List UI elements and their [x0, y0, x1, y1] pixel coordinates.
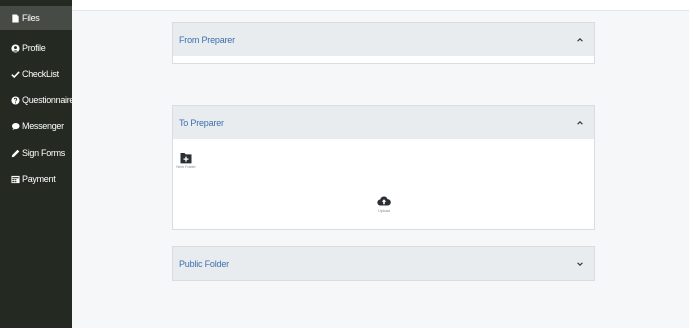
sidebar-item-payment[interactable]: Payment — [0, 167, 72, 191]
upload-button[interactable]: Upload — [374, 194, 394, 213]
cloud-upload-icon — [374, 194, 394, 208]
top-bar — [72, 0, 689, 11]
panel-header-to-preparer[interactable]: To Preparer — [173, 106, 594, 139]
panel-from-preparer: From Preparer — [172, 22, 595, 64]
sidebar-item-sign-forms[interactable]: Sign Forms — [0, 141, 72, 165]
sidebar-item-label: Files — [22, 13, 40, 23]
sidebar-item-checklist[interactable]: CheckList — [0, 62, 72, 86]
file-icon — [11, 13, 20, 23]
sidebar-item-label: Sign Forms — [22, 148, 66, 158]
sidebar: Files Profile CheckList Questionnaire Me… — [0, 0, 75, 328]
panel-to-preparer: To Preparer New Folder Upload — [172, 105, 595, 230]
sidebar-item-files[interactable]: Files — [0, 6, 72, 30]
check-icon — [11, 70, 20, 79]
panel-title: From Preparer — [179, 34, 235, 45]
chevron-up-icon[interactable] — [576, 119, 584, 127]
panel-header-from-preparer[interactable]: From Preparer — [173, 23, 594, 56]
new-folder-icon — [176, 152, 196, 164]
upload-label: Upload — [377, 208, 391, 213]
question-icon — [11, 95, 20, 105]
sidebar-item-label: Messenger — [22, 121, 64, 131]
new-folder-label: New Folder — [176, 164, 196, 169]
user-icon — [11, 43, 20, 53]
chevron-down-icon[interactable] — [576, 260, 584, 268]
sidebar-item-messenger[interactable]: Messenger — [0, 114, 72, 138]
panel-title: To Preparer — [179, 117, 224, 128]
sidebar-item-profile[interactable]: Profile — [0, 36, 72, 60]
sidebar-item-questionnaire[interactable]: Questionnaire — [0, 88, 75, 112]
chevron-up-icon[interactable] — [576, 36, 584, 44]
sidebar-item-label: Payment — [22, 174, 56, 184]
panel-header-public-folder[interactable]: Public Folder — [173, 247, 594, 280]
sidebar-item-label: Questionnaire — [22, 95, 75, 105]
panel-title: Public Folder — [179, 258, 229, 269]
panel-public-folder: Public Folder — [172, 246, 595, 281]
sidebar-item-label: CheckList — [22, 69, 59, 79]
pen-icon — [11, 149, 20, 158]
sidebar-item-label: Profile — [22, 43, 46, 53]
payment-icon — [11, 175, 20, 184]
chat-icon — [11, 122, 20, 131]
new-folder-button[interactable]: New Folder — [176, 152, 196, 169]
